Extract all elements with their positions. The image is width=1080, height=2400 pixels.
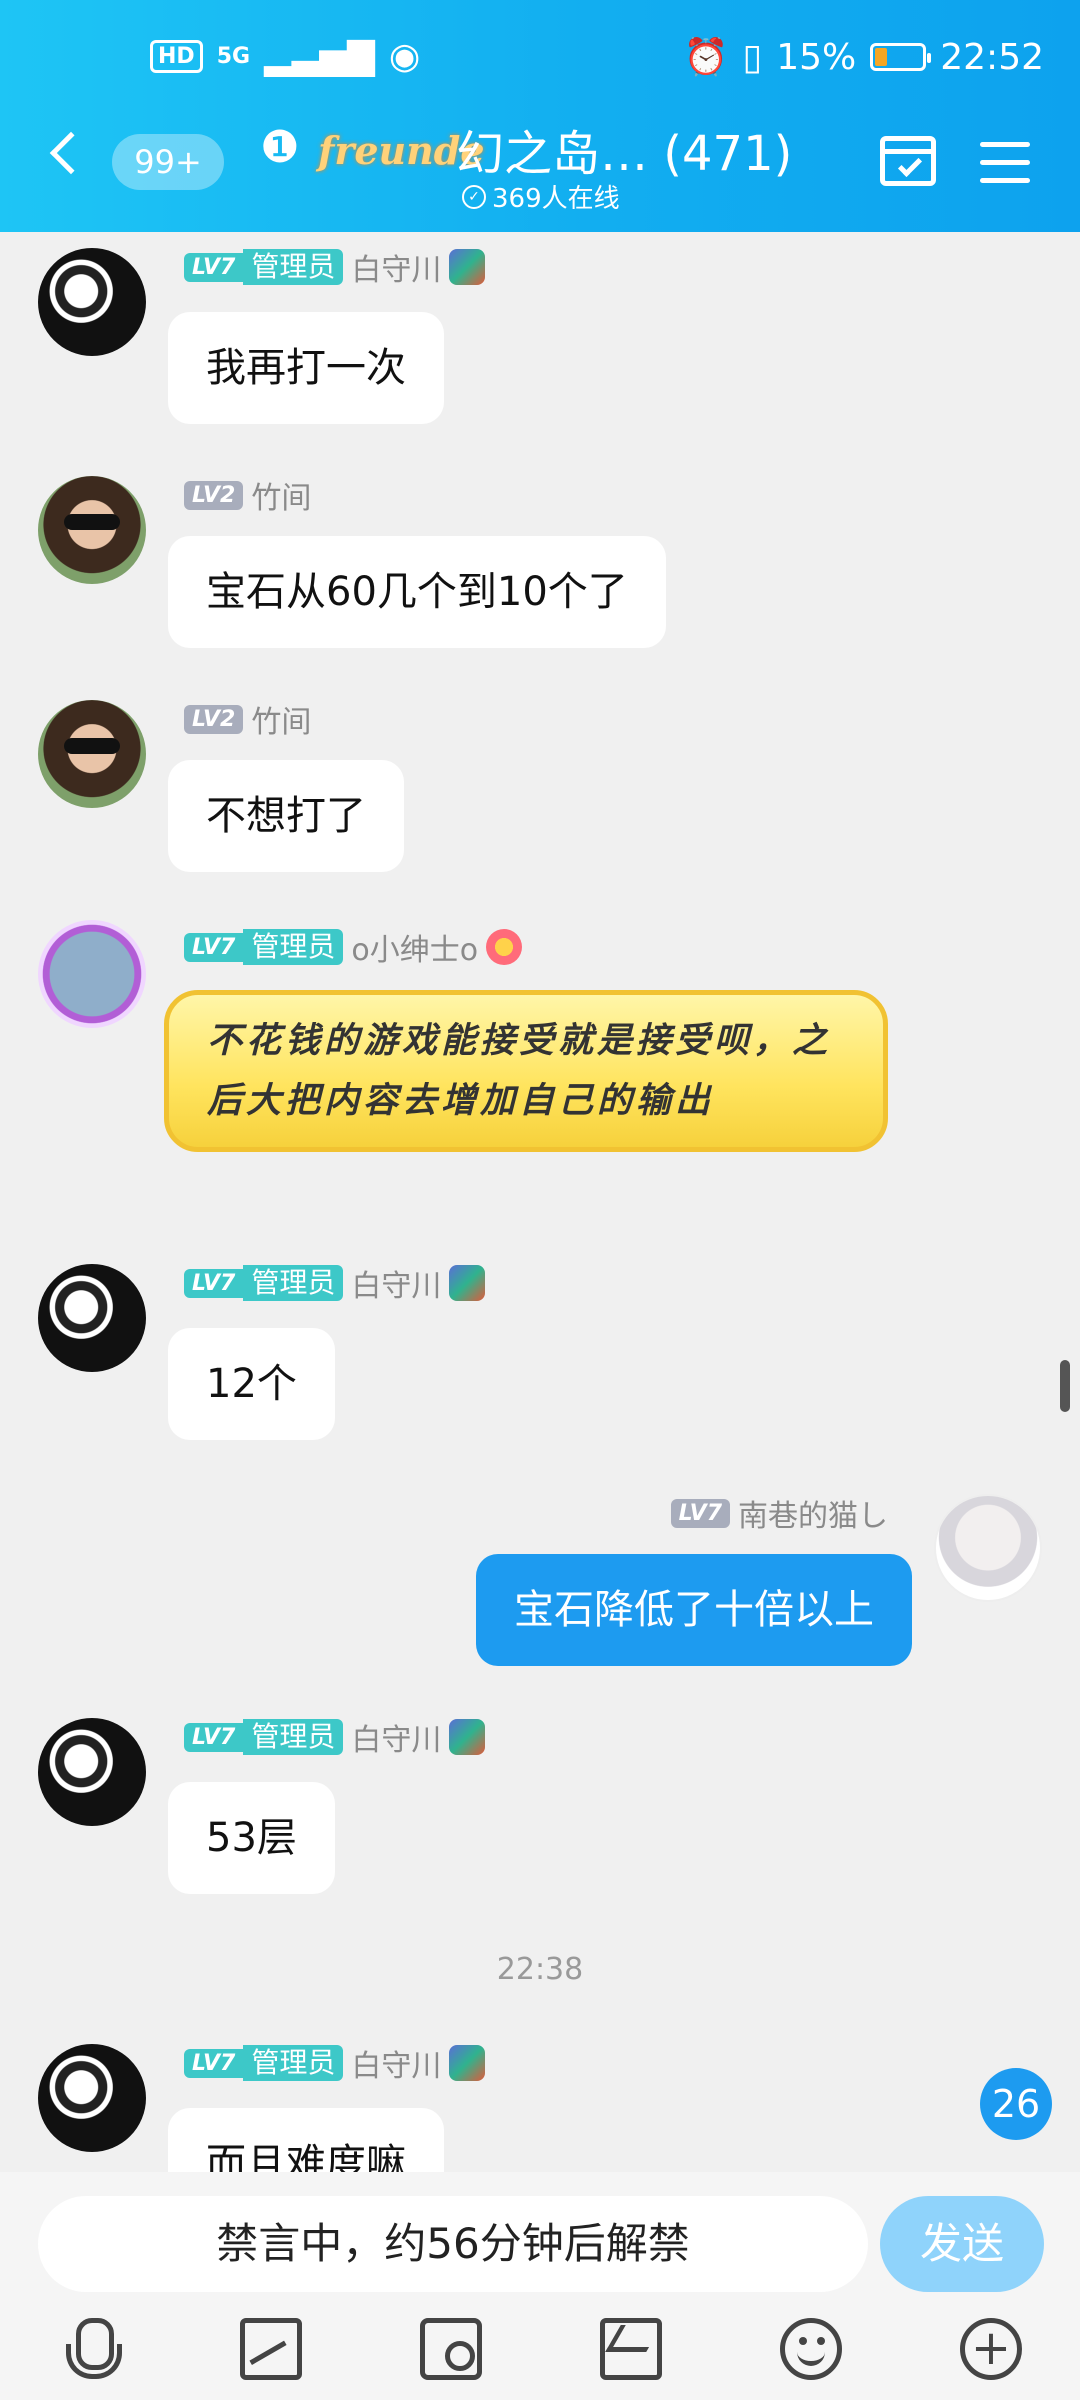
sender-name[interactable]: 竹间 — [251, 473, 311, 517]
sender-name[interactable]: 白守川 — [351, 2041, 441, 2085]
check-circle-icon: ✓ — [462, 184, 486, 209]
scrollbar[interactable] — [1060, 1360, 1070, 1412]
level-badge: LV7 — [670, 1498, 730, 1528]
avatar[interactable] — [38, 1718, 146, 1826]
gift-icon[interactable] — [600, 2318, 662, 2380]
dragon-badge-icon — [449, 249, 486, 285]
flower-badge-icon — [486, 929, 523, 965]
input-bar: 禁言中，约56分钟后解禁 发送 + — [0, 2172, 1080, 2400]
clock: 22:52 — [940, 36, 1044, 78]
signal-bars-icon: ▂▃▅▇ — [264, 36, 375, 77]
avatar[interactable] — [38, 920, 146, 1028]
dragon-badge-icon — [449, 1265, 486, 1301]
image-icon[interactable] — [240, 2318, 302, 2380]
vibrate-icon: ▯ — [742, 36, 763, 78]
level-badge: LV7 — [184, 1722, 244, 1752]
dragon-badge-icon — [449, 1719, 486, 1755]
sender-line: LV2 竹间 — [184, 697, 311, 741]
group-title[interactable]: 幻之岛… (471) — [456, 114, 792, 184]
sender-line: LV7 管理员 白守川 — [184, 245, 486, 289]
admin-badge: 管理员 — [243, 249, 344, 285]
avatar[interactable] — [38, 2044, 146, 2152]
unread-badge[interactable]: 99+ — [112, 134, 224, 190]
message-input-muted[interactable]: 禁言中，约56分钟后解禁 — [38, 2196, 868, 2292]
message-bubble[interactable]: 我再打一次 — [168, 312, 444, 424]
new-message-count-badge[interactable]: 26 — [980, 2068, 1052, 2140]
sender-name[interactable]: 白守川 — [351, 245, 441, 289]
message-bubble-self[interactable]: 宝石降低了十倍以上 — [476, 1554, 912, 1666]
mic-icon[interactable] — [60, 2318, 122, 2380]
status-bar: HD 5G ▂▃▅▇ ◉ ⏰ ▯ 15% 22:52 — [0, 30, 1080, 90]
send-button[interactable]: 发送 — [880, 2196, 1044, 2292]
admin-badge: 管理员 — [243, 929, 344, 965]
online-count: ✓ 369人在线 — [462, 178, 620, 215]
level-badge: LV7 — [184, 1268, 244, 1298]
calendar-check-icon[interactable] — [880, 136, 936, 186]
qq-icon: ◉ — [388, 36, 421, 77]
menu-icon[interactable] — [980, 142, 1030, 196]
sender-line: LV7 管理员 白守川 — [184, 1261, 486, 1305]
dragon-badge-icon — [449, 2045, 486, 2081]
toolbar: + — [0, 2318, 1080, 2388]
message-bubble[interactable]: 12个 — [168, 1328, 335, 1440]
message-bubble[interactable]: 不想打了 — [168, 760, 404, 872]
level-badge: LV2 — [184, 704, 244, 734]
avatar[interactable] — [934, 1494, 1042, 1602]
chat-header: HD 5G ▂▃▅▇ ◉ ⏰ ▯ 15% 22:52 99+ ❶ freunde… — [0, 0, 1080, 232]
battery-percent: 15% — [776, 36, 857, 78]
battery-icon — [870, 43, 932, 71]
back-chevron-icon[interactable] — [49, 131, 93, 175]
sender-line: LV2 竹间 — [184, 473, 311, 517]
admin-badge: 管理员 — [243, 2045, 344, 2081]
avatar[interactable] — [38, 476, 146, 584]
sender-name[interactable]: o小绅士o — [351, 925, 478, 969]
level-badge: LV2 — [184, 480, 244, 510]
sender-name[interactable]: 白守川 — [351, 1715, 441, 1759]
level-badge: LV7 — [184, 2048, 244, 2078]
admin-badge: 管理员 — [243, 1719, 344, 1755]
camera-icon[interactable] — [420, 2318, 482, 2380]
message-bubble[interactable]: 53层 — [168, 1782, 335, 1894]
hd-indicator: HD — [150, 40, 203, 73]
emoji-icon[interactable] — [780, 2318, 842, 2380]
message-bubble-gold[interactable]: 不花钱的游戏能接受就是接受呗，之后大把内容去增加自己的输出 — [164, 990, 888, 1152]
sender-line: LV7 管理员 o小绅士o — [184, 925, 523, 969]
avatar[interactable] — [38, 248, 146, 356]
admin-badge: 管理员 — [243, 1265, 344, 1301]
avatar[interactable] — [38, 1264, 146, 1372]
ear-icon[interactable]: ❶ — [260, 122, 299, 173]
sender-name[interactable]: 竹间 — [251, 697, 311, 741]
level-badge: LV7 — [184, 252, 244, 282]
sender-line: LV7 南巷的猫し — [670, 1491, 888, 1535]
timestamp: 22:38 — [496, 1952, 584, 1987]
sender-name[interactable]: 白守川 — [351, 1261, 441, 1305]
alarm-icon: ⏰ — [683, 37, 729, 78]
sender-name[interactable]: 南巷的猫し — [738, 1491, 888, 1535]
avatar[interactable] — [38, 700, 146, 808]
sender-line: LV7 管理员 白守川 — [184, 1715, 486, 1759]
plus-icon[interactable]: + — [960, 2318, 1022, 2380]
message-bubble[interactable]: 宝石从60几个到10个了 — [168, 536, 666, 648]
sender-line: LV7 管理员 白守川 — [184, 2041, 486, 2085]
level-badge: LV7 — [184, 932, 244, 962]
signal-indicator: 5G — [216, 44, 251, 69]
